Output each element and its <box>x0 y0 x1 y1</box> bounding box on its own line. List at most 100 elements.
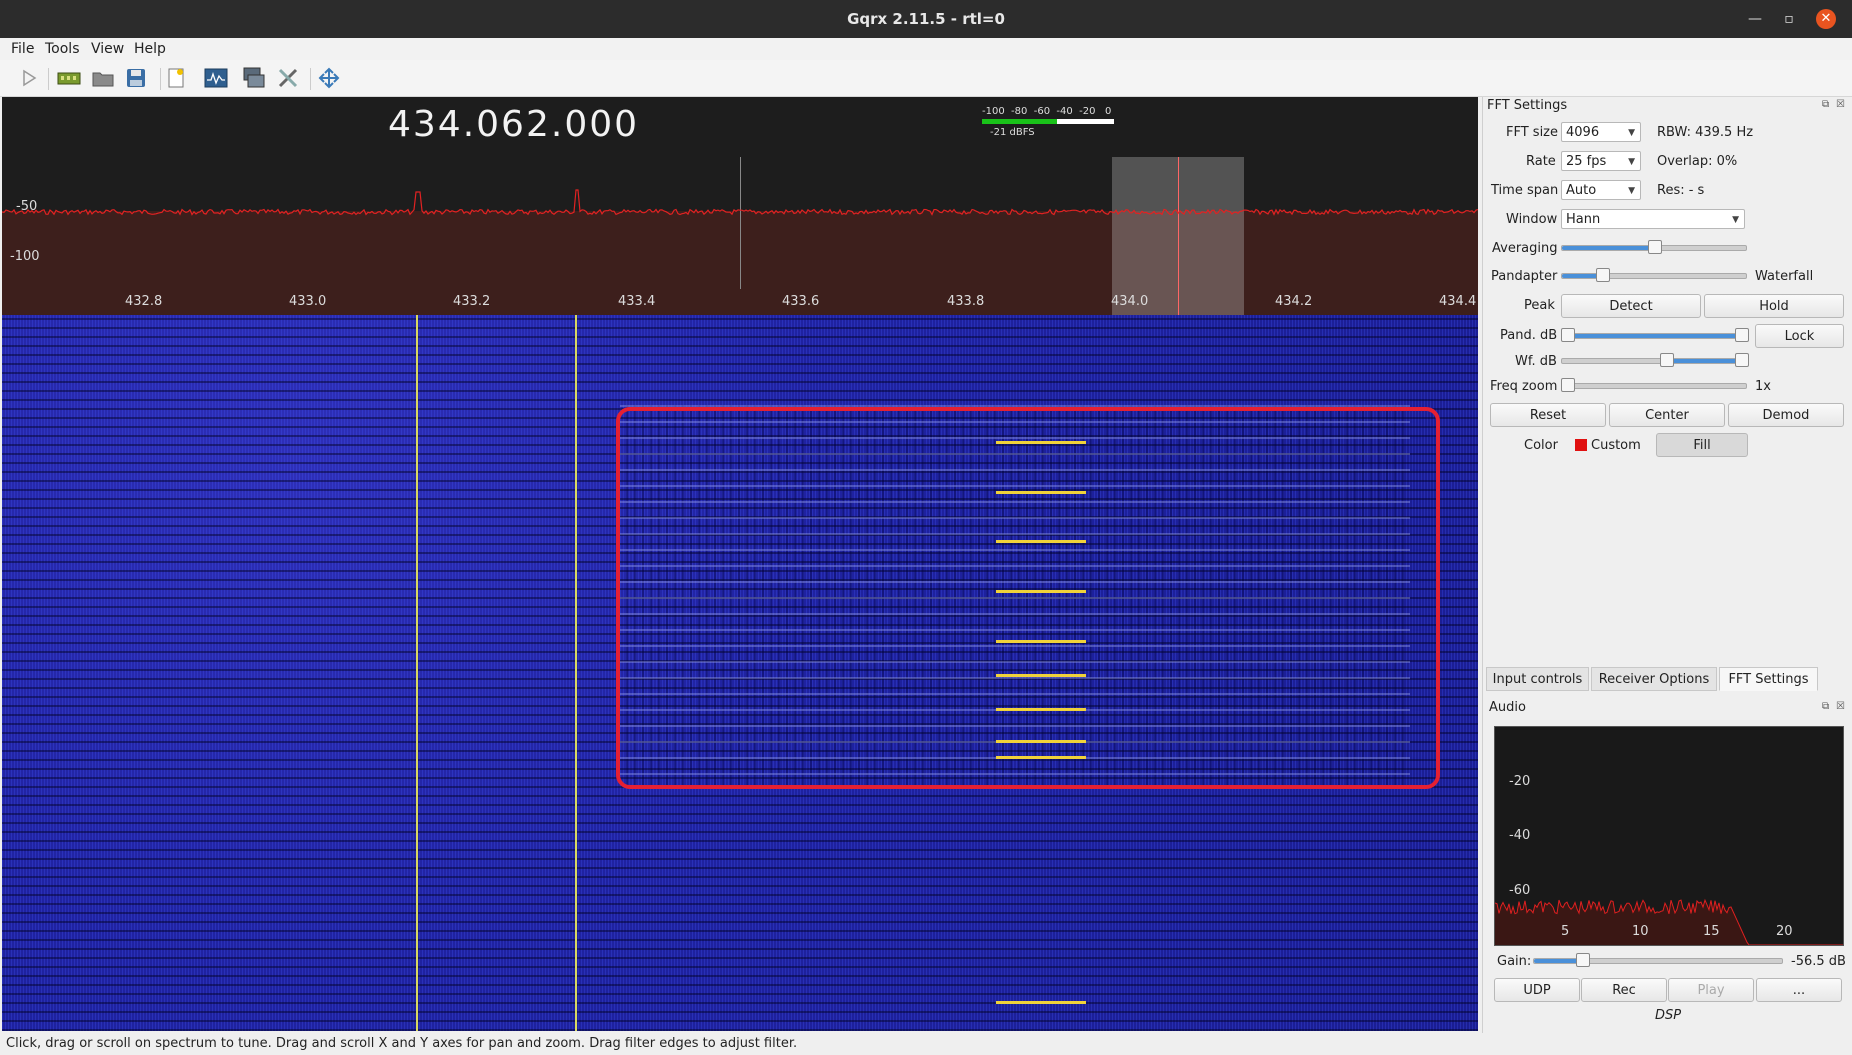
remote-control-icon[interactable] <box>240 66 266 90</box>
center-button[interactable]: Center <box>1609 403 1725 427</box>
slider-handle[interactable] <box>1648 240 1662 254</box>
demod-button[interactable]: Demod <box>1728 403 1844 427</box>
window-label: Window <box>1506 212 1558 227</box>
chevron-down-icon: ▼ <box>1628 128 1635 138</box>
open-icon[interactable] <box>90 66 116 90</box>
toolbar-separator <box>160 68 161 90</box>
audio-y-label: -20 <box>1509 774 1531 789</box>
toolbar-separator <box>48 68 49 90</box>
status-bar: Click, drag or scroll on spectrum to tun… <box>0 1033 1852 1055</box>
audio-options-button[interactable]: ... <box>1756 978 1842 1002</box>
tab-input-controls[interactable]: Input controls <box>1486 667 1589 691</box>
pandapter-label: Pandapter <box>1491 269 1558 284</box>
gain-value: -56.5 dB <box>1791 954 1846 969</box>
settings-icon[interactable] <box>275 66 301 90</box>
device-icon[interactable] <box>56 66 82 90</box>
slider-handle[interactable] <box>1735 328 1749 342</box>
play-icon[interactable] <box>16 66 42 90</box>
color-name[interactable]: Custom <box>1591 438 1641 453</box>
chevron-down-icon: ▼ <box>1628 186 1635 196</box>
timespan-select[interactable]: Auto ▼ <box>1561 180 1641 200</box>
tab-receiver-options[interactable]: Receiver Options <box>1591 667 1717 691</box>
meter-bar <box>982 119 1114 124</box>
pand-db-range-slider[interactable] <box>1561 328 1749 342</box>
slider-handle[interactable] <box>1660 353 1674 367</box>
gain-label: Gain: <box>1497 954 1532 969</box>
dsp-label: DSP <box>1655 1008 1682 1023</box>
slider-track <box>1561 383 1747 389</box>
freq-zoom-value: 1x <box>1755 379 1771 394</box>
close-icon[interactable]: ✕ <box>1816 9 1836 29</box>
slider-handle[interactable] <box>1735 353 1749 367</box>
fft-panel-title: FFT Settings <box>1487 98 1568 113</box>
toolbar-separator <box>310 68 311 90</box>
audio-panel-title: Audio <box>1489 700 1526 715</box>
frequency-display[interactable]: 434.062.000 <box>388 104 639 145</box>
dock-close-icon[interactable]: ☒ <box>1836 701 1845 712</box>
status-text: Click, drag or scroll on spectrum to tun… <box>6 1036 798 1051</box>
save-icon[interactable] <box>123 66 149 90</box>
freq-tick: 433.6 <box>782 294 820 309</box>
menu-tools[interactable]: Tools <box>45 41 80 57</box>
udp-button[interactable]: UDP <box>1494 978 1580 1002</box>
fft-size-select[interactable]: 4096 ▼ <box>1561 122 1641 142</box>
toolbar <box>0 60 1852 97</box>
slider-handle[interactable] <box>1575 953 1590 967</box>
audio-x-label: 20 <box>1776 924 1793 939</box>
highlight-annotation <box>616 407 1440 789</box>
menu-help[interactable]: Help <box>134 41 166 57</box>
slider-handle[interactable] <box>1561 328 1575 342</box>
reset-button[interactable]: Reset <box>1490 403 1606 427</box>
tab-fft-settings[interactable]: FFT Settings <box>1719 667 1818 691</box>
dock-float-icon[interactable]: ⧉ <box>1822 99 1829 110</box>
menu-file[interactable]: File <box>11 41 34 57</box>
dock-float-icon[interactable]: ⧉ <box>1822 701 1829 712</box>
hold-button[interactable]: Hold <box>1704 294 1844 318</box>
color-label: Color <box>1524 438 1558 453</box>
waterfall-label: Waterfall <box>1755 269 1814 284</box>
audio-gain-slider[interactable] <box>1533 953 1783 967</box>
slider-handle[interactable] <box>1561 378 1575 392</box>
window-title: Gqrx 2.11.5 - rtl=0 <box>847 10 1005 28</box>
meter-reading: -21 dBFS <box>990 127 1035 138</box>
fill-button[interactable]: Fill <box>1656 433 1748 457</box>
menu-bar: File Tools View Help <box>0 38 1852 60</box>
audio-fft-plot[interactable] <box>1494 726 1844 946</box>
dock-close-icon[interactable]: ☒ <box>1836 99 1845 110</box>
slider-track <box>1561 273 1747 279</box>
title-bar: Gqrx 2.11.5 - rtl=0 — ▫ ✕ <box>0 0 1852 38</box>
averaging-slider[interactable] <box>1561 240 1747 254</box>
freq-zoom-slider[interactable] <box>1561 378 1747 392</box>
rbw-text: RBW: 439.5 Hz <box>1657 125 1754 140</box>
pand-db-label: Pand. dB <box>1500 328 1558 343</box>
wf-db-range-slider[interactable] <box>1561 353 1749 367</box>
waveform-icon[interactable] <box>203 66 229 90</box>
play-button[interactable]: Play <box>1668 978 1754 1002</box>
pandapter-waterfall-slider[interactable] <box>1561 268 1747 282</box>
slider-track <box>1533 958 1783 964</box>
db-label: -100 <box>10 249 40 264</box>
meter-level <box>982 119 1058 124</box>
slider-handle[interactable] <box>1595 268 1610 282</box>
slider-track <box>1561 333 1747 339</box>
fullscreen-icon[interactable] <box>316 66 342 90</box>
rec-button[interactable]: Rec <box>1581 978 1667 1002</box>
detect-button[interactable]: Detect <box>1561 294 1701 318</box>
freq-tick: 433.8 <box>947 294 985 309</box>
bookmark-icon[interactable] <box>163 66 189 90</box>
overlap-text: Overlap: 0% <box>1657 154 1738 169</box>
meter-scale: -100 -80 -60 -40 -20 0 <box>982 106 1112 117</box>
slider-fill <box>1562 274 1599 278</box>
slider-fill <box>1562 246 1654 250</box>
rate-value: 25 fps <box>1566 154 1607 169</box>
rate-select[interactable]: 25 fps ▼ <box>1561 151 1641 171</box>
window-select[interactable]: Hann ▼ <box>1561 209 1745 229</box>
audio-y-label: -60 <box>1509 883 1531 898</box>
color-swatch[interactable] <box>1575 439 1587 451</box>
menu-view[interactable]: View <box>91 41 124 57</box>
minimize-icon[interactable]: — <box>1738 0 1772 38</box>
freq-tick: 433.0 <box>289 294 327 309</box>
restore-icon[interactable]: ▫ <box>1772 0 1806 38</box>
timespan-value: Auto <box>1566 183 1597 198</box>
lock-button[interactable]: Lock <box>1755 324 1844 348</box>
